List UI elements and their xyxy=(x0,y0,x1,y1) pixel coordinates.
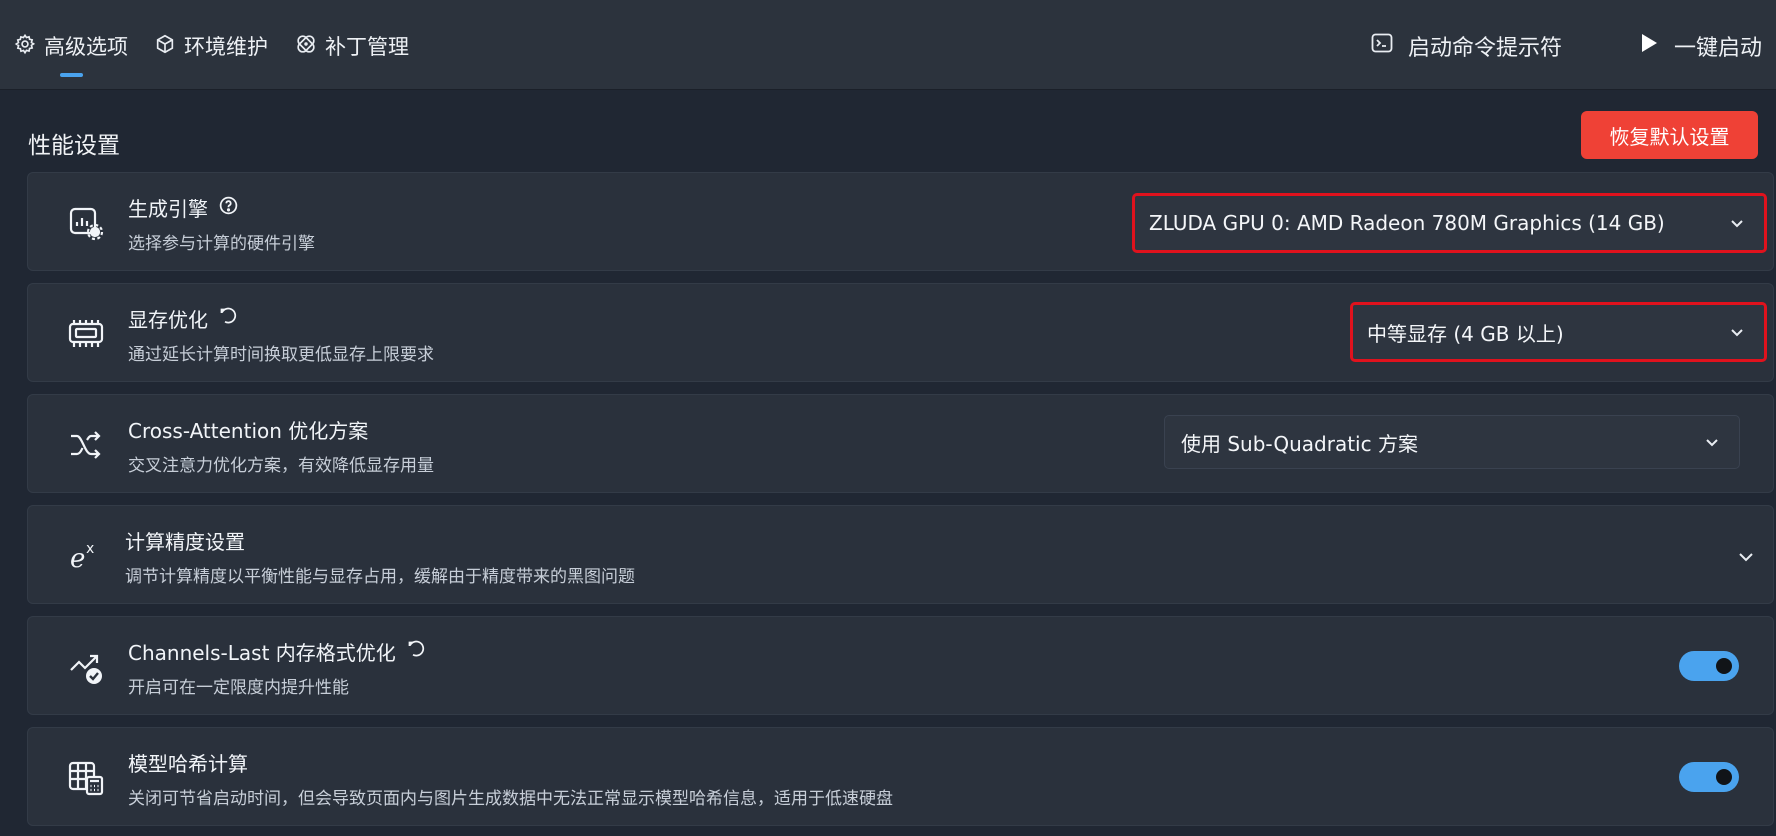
active-tab-indicator xyxy=(60,73,83,77)
setting-title: 模型哈希计算 xyxy=(128,748,248,777)
setting-description: 交叉注意力优化方案，有效降低显存用量 xyxy=(128,456,434,476)
one-click-launch-button[interactable]: 一键启动 xyxy=(1636,26,1762,66)
vram-optimization-select[interactable]: 中等显存 (4 GB 以上) xyxy=(1350,302,1767,362)
launch-terminal-button[interactable]: 启动命令提示符 xyxy=(1370,26,1562,66)
setting-card-channels-last: Channels-Last 内存格式优化 开启可在一定限度内提升性能 xyxy=(27,616,1774,715)
setting-card-cross-attention: Cross-Attention 优化方案 交叉注意力优化方案，有效降低显存用量 … xyxy=(27,394,1774,493)
tab-environment-maintenance[interactable]: 环境维护 xyxy=(154,26,268,66)
help-icon[interactable] xyxy=(218,195,239,221)
setting-card-precision[interactable]: ex 计算精度设置 调节计算精度以平衡性能与显存占用，缓解由于精度带来的黑图问题 xyxy=(27,505,1774,604)
setting-description: 调节计算精度以平衡性能与显存占用，缓解由于精度带来的黑图问题 xyxy=(125,567,635,587)
select-value: 使用 Sub-Quadratic 方案 xyxy=(1181,431,1418,456)
trending-up-check-icon xyxy=(66,648,106,686)
one-click-launch-label: 一键启动 xyxy=(1674,36,1763,61)
toggle-knob xyxy=(1716,769,1732,785)
setting-title: 显存优化 xyxy=(128,304,239,333)
restart-required-icon xyxy=(406,639,427,665)
setting-description: 关闭可节省启动时间，但会导致页面内与图片生成数据中无法正常显示模型哈希信息，适用… xyxy=(128,789,893,809)
setting-card-model-hash: 模型哈希计算 关闭可节省启动时间，但会导致页面内与图片生成数据中无法正常显示模型… xyxy=(27,727,1774,826)
svg-text:x: x xyxy=(86,541,94,557)
memory-chip-icon xyxy=(66,315,106,353)
chevron-down-icon xyxy=(1731,220,1743,228)
setting-description: 选择参与计算的硬件引擎 xyxy=(128,234,315,254)
setting-title-text: 计算精度设置 xyxy=(125,530,245,554)
tab-label: 补丁管理 xyxy=(325,35,409,59)
tab-label: 环境维护 xyxy=(184,35,268,59)
setting-description: 通过延长计算时间换取更低显存上限要求 xyxy=(128,345,434,365)
generation-engine-select[interactable]: ZLUDA GPU 0: AMD Radeon 780M Graphics (1… xyxy=(1132,193,1767,253)
tab-label: 高级选项 xyxy=(44,35,128,59)
gear-icon xyxy=(14,33,36,60)
tab-advanced-options[interactable]: 高级选项 xyxy=(14,26,128,66)
restart-required-icon xyxy=(218,306,239,332)
engine-settings-icon xyxy=(66,204,106,242)
chevron-down-icon xyxy=(1731,329,1743,337)
setting-title-text: 显存优化 xyxy=(128,308,208,332)
top-navigation-bar: 高级选项 环境维护 补丁管理 启动命令提示符 一键启动 xyxy=(0,0,1776,90)
setting-title-text: 生成引擎 xyxy=(128,197,208,221)
setting-title-text: Channels-Last 内存格式优化 xyxy=(128,641,396,665)
play-icon xyxy=(1636,31,1660,61)
setting-title: 生成引擎 xyxy=(128,193,239,222)
toggle-knob xyxy=(1716,658,1732,674)
setting-title: 计算精度设置 xyxy=(125,526,245,555)
setting-description: 开启可在一定限度内提升性能 xyxy=(128,678,349,698)
terminal-icon xyxy=(1370,31,1394,61)
cross-attention-select[interactable]: 使用 Sub-Quadratic 方案 xyxy=(1164,415,1740,469)
tab-patch-management[interactable]: 补丁管理 xyxy=(295,26,409,66)
select-value: ZLUDA GPU 0: AMD Radeon 780M Graphics (1… xyxy=(1149,211,1665,235)
setting-card-vram-optimization: 显存优化 通过延长计算时间换取更低显存上限要求 中等显存 (4 GB 以上) xyxy=(27,283,1774,382)
svg-text:e: e xyxy=(70,544,85,574)
reset-defaults-button[interactable]: 恢复默认设置 xyxy=(1581,111,1758,159)
select-value: 中等显存 (4 GB 以上) xyxy=(1367,321,1564,346)
channels-last-toggle[interactable] xyxy=(1679,651,1739,681)
model-hash-toggle[interactable] xyxy=(1679,762,1739,792)
setting-card-generation-engine: 生成引擎 选择参与计算的硬件引擎 ZLUDA GPU 0: AMD Radeon… xyxy=(27,172,1774,271)
chevron-down-icon[interactable] xyxy=(1736,546,1756,566)
package-icon xyxy=(154,33,176,60)
table-calculator-icon xyxy=(66,759,106,797)
chevron-down-icon xyxy=(1706,439,1718,447)
setting-title: Channels-Last 内存格式优化 xyxy=(128,637,427,666)
setting-title-text: Cross-Attention 优化方案 xyxy=(128,419,369,443)
section-title: 性能设置 xyxy=(28,133,120,159)
patch-icon xyxy=(295,33,317,60)
exponent-icon: ex xyxy=(66,537,106,575)
setting-title: Cross-Attention 优化方案 xyxy=(128,415,368,444)
shuffle-icon xyxy=(66,426,106,464)
setting-title-text: 模型哈希计算 xyxy=(128,752,248,776)
launch-terminal-label: 启动命令提示符 xyxy=(1408,36,1563,61)
